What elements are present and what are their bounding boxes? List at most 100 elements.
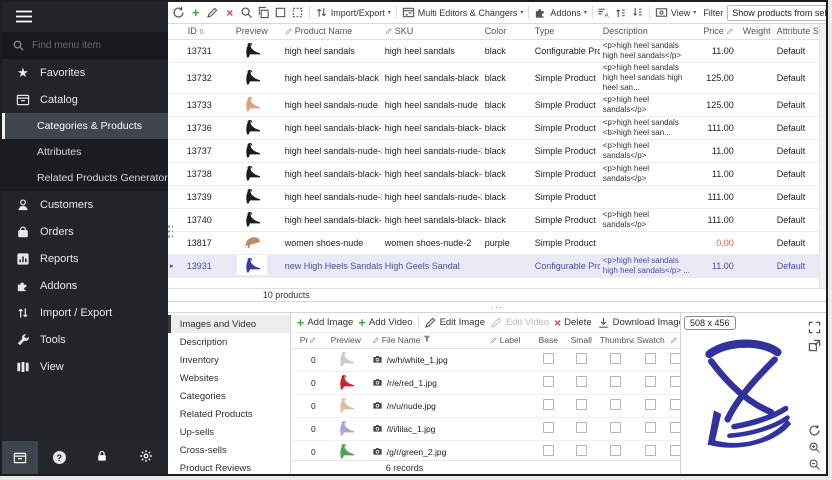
lock-button[interactable] [95,449,109,466]
multi-editors-menu[interactable]: Multi Editors & Changers▾ [400,4,526,21]
swatch-checkbox[interactable] [645,445,656,456]
delete-image-button[interactable]: ×Delete [552,315,593,331]
sidebar-item-catalog[interactable]: Catalog [2,86,168,113]
settings-button[interactable] [139,449,153,466]
zoom-out-icon[interactable] [808,458,822,472]
small-checkbox[interactable] [576,376,587,387]
thumbnail-checkbox[interactable] [610,422,621,433]
base-checkbox[interactable] [543,422,554,433]
small-checkbox[interactable] [576,353,587,364]
thumbnail-checkbox[interactable] [610,353,621,364]
delete-product-button[interactable]: × [222,5,238,21]
product-row[interactable]: 13733high heel sandals-nudehigh heel san… [168,93,819,116]
store-button[interactable] [2,441,38,474]
collapse-rows-button[interactable] [630,5,646,21]
sidebar-item-orders[interactable]: Orders [2,218,168,245]
column-file-name[interactable]: File Name [370,333,488,348]
tab-images-and-video[interactable]: Images and Video [168,315,290,333]
column-position[interactable]: Pr [298,333,322,348]
sidebar-item-import-export[interactable]: Import / Export [2,299,168,326]
product-row[interactable]: 13740high heel sandals-black-38high heel… [168,208,819,231]
edit-product-button[interactable] [205,5,221,21]
sidebar-item-customers[interactable]: Customers [2,191,168,218]
product-row[interactable]: 13731high heel sandalshigh heel sandalsb… [168,39,819,62]
image-row[interactable]: 0/n/u/nude.jpg [291,394,680,417]
sidebar-item-addons[interactable]: Addons [2,272,168,299]
thumbnail-checkbox[interactable] [610,399,621,410]
column-preview[interactable]: Preview [222,24,282,39]
product-row[interactable]: 13817women shoes-nudewomen shoes-nude-2p… [168,231,819,254]
thumbnail-checkbox[interactable] [610,445,621,456]
column-base[interactable]: Base [532,333,565,348]
sort-az-button[interactable]: A [596,5,612,21]
base-checkbox[interactable] [543,353,554,364]
exclude-checkbox[interactable] [670,422,680,433]
help-button[interactable]: ? [53,451,66,464]
column-small[interactable]: Small [565,333,598,348]
refresh-button[interactable] [171,5,187,21]
add-product-button[interactable]: + [188,5,204,21]
tab-description[interactable]: Description [168,333,290,351]
exclude-checkbox[interactable] [670,445,680,456]
exclude-checkbox[interactable] [670,353,680,364]
column-thumbnail[interactable]: Thumbna [598,333,634,348]
base-checkbox[interactable] [543,399,554,410]
column-price[interactable]: Price [694,24,740,39]
small-checkbox[interactable] [576,399,587,410]
select-box-button[interactable] [273,5,289,21]
tab-inventory[interactable]: Inventory [168,351,290,369]
column-attribute-set[interactable]: Attribute Set Name [774,24,819,39]
category-filter-select[interactable]: Show products from selected categories ▾ [727,5,826,21]
edit-image-button[interactable]: Edit Image [422,314,487,331]
image-row[interactable]: 0/w/h/white_1.jpg [291,348,680,371]
addons-menu[interactable]: Addons▾ [532,4,589,21]
fit-to-screen-icon[interactable] [808,321,822,335]
image-row[interactable]: 0/l/i/lilac_1.jpg [291,417,680,440]
swatch-checkbox[interactable] [645,353,656,364]
column-id[interactable]: ID⇅ [176,24,222,39]
sidebar-item-view[interactable]: View [2,353,168,380]
tab-related-products[interactable]: Related Products [168,405,290,423]
exclude-checkbox[interactable] [670,399,680,410]
sidebar-subitem-categories-products[interactable]: Categories & Products [2,113,168,139]
base-checkbox[interactable] [543,445,554,456]
menu-toggle-button[interactable] [2,2,168,32]
add-image-button[interactable]: +Add Image [295,314,356,331]
tab-cross-sells[interactable]: Cross-sells [168,441,290,459]
tab-websites[interactable]: Websites [168,369,290,387]
menu-search-input[interactable] [32,40,137,51]
sidebar-item-tools[interactable]: Tools [2,326,168,353]
copy-button[interactable] [256,5,272,21]
column-weight[interactable]: Weight [740,24,774,39]
product-row[interactable]: 13736high heel sandals-black-36high heel… [168,116,819,139]
thumbnail-checkbox[interactable] [610,376,621,387]
column-label[interactable]: Label [488,333,532,348]
import-export-menu[interactable]: Import/Export▾ [313,4,393,21]
view-menu[interactable]: View▾ [653,4,698,21]
column-color[interactable]: Color [482,24,532,39]
tab-up-sells[interactable]: Up-sells [168,423,290,441]
column-sku[interactable]: SKU [382,24,482,39]
zoom-in-icon[interactable] [808,441,822,455]
download-image-button[interactable]: Download Image [595,314,680,331]
product-row[interactable]: 13738high heel sandals-black-37high heel… [168,162,819,185]
column-swatch[interactable]: Swatch [634,333,668,348]
column-type[interactable]: Type [532,24,600,39]
column-product-name[interactable]: Product Name [282,24,382,39]
base-checkbox[interactable] [543,376,554,387]
exclude-checkbox[interactable] [670,376,680,387]
expand-rows-button[interactable] [613,5,629,21]
small-checkbox[interactable] [576,422,587,433]
pane-splitter-handle[interactable] [167,224,173,240]
small-checkbox[interactable] [576,445,587,456]
product-row[interactable]: ▸13931new High Heels SandalsHigh Geels S… [168,254,819,277]
column-image-preview[interactable]: Preview [322,333,370,348]
image-row[interactable]: 0/r/e/red_1.jpg [291,371,680,394]
image-row[interactable]: 0/g/r/green_2.jpg [291,440,680,460]
open-external-icon[interactable] [808,339,822,353]
edit-video-button[interactable]: Edit Video [488,314,551,331]
product-row[interactable]: 13732high heel sandals-blackhigh heel sa… [168,62,819,93]
horizontal-splitter-handle[interactable]: ··· [168,302,826,312]
sidebar-item-reports[interactable]: Reports [2,245,168,272]
multi-select-button[interactable] [290,5,306,21]
